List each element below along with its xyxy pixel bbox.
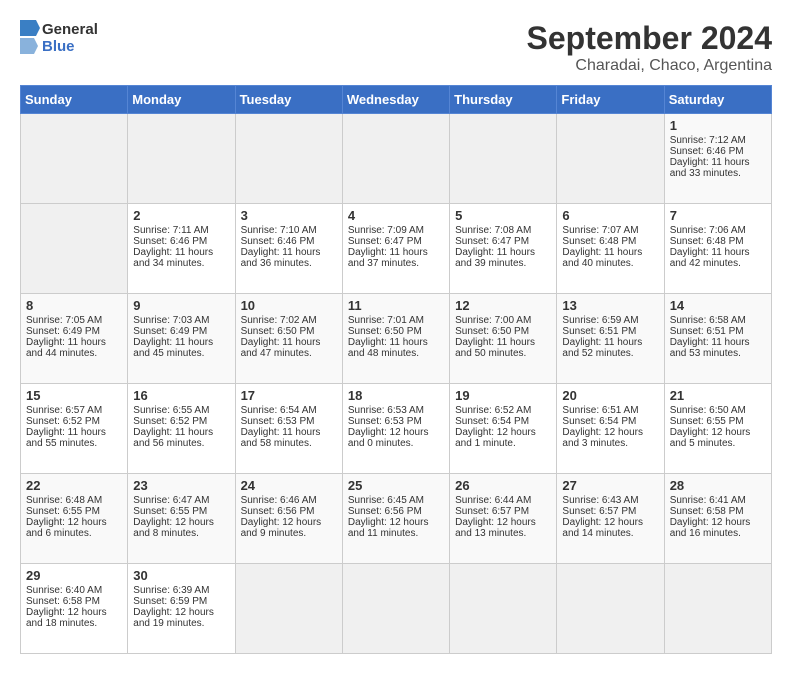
- title-block: September 2024 Charadai, Chaco, Argentin…: [527, 20, 772, 75]
- day-number: 3: [241, 208, 337, 223]
- col-header-friday: Friday: [557, 86, 664, 114]
- calendar-empty-cell: [557, 564, 664, 654]
- calendar-empty-cell: [342, 114, 449, 204]
- day-number: 4: [348, 208, 444, 223]
- day-number: 23: [133, 478, 229, 493]
- calendar-empty-cell: [128, 114, 235, 204]
- day-number: 27: [562, 478, 658, 493]
- day-number: 25: [348, 478, 444, 493]
- logo-shape-icon: [20, 20, 40, 56]
- calendar-day-6: 6Sunrise: 7:07 AMSunset: 6:48 PMDaylight…: [557, 204, 664, 294]
- calendar-day-26: 26Sunrise: 6:44 AMSunset: 6:57 PMDayligh…: [450, 474, 557, 564]
- logo-container: General Blue: [20, 20, 98, 56]
- day-number: 13: [562, 298, 658, 313]
- calendar-day-29: 29Sunrise: 6:40 AMSunset: 6:58 PMDayligh…: [21, 564, 128, 654]
- calendar-header-row: SundayMondayTuesdayWednesdayThursdayFrid…: [21, 86, 772, 114]
- calendar-day-13: 13Sunrise: 6:59 AMSunset: 6:51 PMDayligh…: [557, 294, 664, 384]
- calendar-day-12: 12Sunrise: 7:00 AMSunset: 6:50 PMDayligh…: [450, 294, 557, 384]
- calendar-day-28: 28Sunrise: 6:41 AMSunset: 6:58 PMDayligh…: [664, 474, 771, 564]
- col-header-wednesday: Wednesday: [342, 86, 449, 114]
- calendar-empty-cell: [450, 114, 557, 204]
- day-number: 14: [670, 298, 766, 313]
- day-number: 17: [241, 388, 337, 403]
- day-number: 28: [670, 478, 766, 493]
- logo-text-block: General Blue: [20, 20, 98, 56]
- day-number: 19: [455, 388, 551, 403]
- col-header-saturday: Saturday: [664, 86, 771, 114]
- calendar-day-18: 18Sunrise: 6:53 AMSunset: 6:53 PMDayligh…: [342, 384, 449, 474]
- calendar-day-1: 1Sunrise: 7:12 AMSunset: 6:46 PMDaylight…: [664, 114, 771, 204]
- month-title: September 2024: [527, 20, 772, 57]
- calendar-day-20: 20Sunrise: 6:51 AMSunset: 6:54 PMDayligh…: [557, 384, 664, 474]
- calendar-week-2: 2Sunrise: 7:11 AMSunset: 6:46 PMDaylight…: [21, 204, 772, 294]
- calendar-empty-cell: [21, 114, 128, 204]
- calendar-day-14: 14Sunrise: 6:58 AMSunset: 6:51 PMDayligh…: [664, 294, 771, 384]
- calendar-table: SundayMondayTuesdayWednesdayThursdayFrid…: [20, 85, 772, 654]
- logo-general: General: [42, 21, 98, 38]
- day-number: 21: [670, 388, 766, 403]
- calendar-empty-cell: [342, 564, 449, 654]
- day-number: 30: [133, 568, 229, 583]
- day-number: 15: [26, 388, 122, 403]
- calendar-empty-cell: [450, 564, 557, 654]
- day-number: 20: [562, 388, 658, 403]
- calendar-day-23: 23Sunrise: 6:47 AMSunset: 6:55 PMDayligh…: [128, 474, 235, 564]
- day-number: 1: [670, 118, 766, 133]
- calendar-day-3: 3Sunrise: 7:10 AMSunset: 6:46 PMDaylight…: [235, 204, 342, 294]
- logo: General Blue: [20, 20, 98, 56]
- day-number: 11: [348, 298, 444, 313]
- calendar-empty-cell: [664, 564, 771, 654]
- day-number: 10: [241, 298, 337, 313]
- day-number: 18: [348, 388, 444, 403]
- col-header-thursday: Thursday: [450, 86, 557, 114]
- calendar-day-11: 11Sunrise: 7:01 AMSunset: 6:50 PMDayligh…: [342, 294, 449, 384]
- day-number: 12: [455, 298, 551, 313]
- calendar-week-3: 8Sunrise: 7:05 AMSunset: 6:49 PMDaylight…: [21, 294, 772, 384]
- location-title: Charadai, Chaco, Argentina: [527, 57, 772, 75]
- calendar-day-17: 17Sunrise: 6:54 AMSunset: 6:53 PMDayligh…: [235, 384, 342, 474]
- calendar-week-4: 15Sunrise: 6:57 AMSunset: 6:52 PMDayligh…: [21, 384, 772, 474]
- day-number: 2: [133, 208, 229, 223]
- calendar-day-9: 9Sunrise: 7:03 AMSunset: 6:49 PMDaylight…: [128, 294, 235, 384]
- day-number: 24: [241, 478, 337, 493]
- col-header-tuesday: Tuesday: [235, 86, 342, 114]
- calendar-day-2: 2Sunrise: 7:11 AMSunset: 6:46 PMDaylight…: [128, 204, 235, 294]
- calendar-day-22: 22Sunrise: 6:48 AMSunset: 6:55 PMDayligh…: [21, 474, 128, 564]
- calendar-day-4: 4Sunrise: 7:09 AMSunset: 6:47 PMDaylight…: [342, 204, 449, 294]
- calendar-day-30: 30Sunrise: 6:39 AMSunset: 6:59 PMDayligh…: [128, 564, 235, 654]
- day-number: 9: [133, 298, 229, 313]
- calendar-empty-cell: [235, 564, 342, 654]
- calendar-week-6: 29Sunrise: 6:40 AMSunset: 6:58 PMDayligh…: [21, 564, 772, 654]
- calendar-day-24: 24Sunrise: 6:46 AMSunset: 6:56 PMDayligh…: [235, 474, 342, 564]
- calendar-empty-cell: [557, 114, 664, 204]
- day-number: 26: [455, 478, 551, 493]
- calendar-empty-cell: [235, 114, 342, 204]
- calendar-day-25: 25Sunrise: 6:45 AMSunset: 6:56 PMDayligh…: [342, 474, 449, 564]
- day-number: 29: [26, 568, 122, 583]
- day-number: 5: [455, 208, 551, 223]
- page-header: General Blue September 2024 Charadai, Ch…: [20, 20, 772, 75]
- logo-words: General Blue: [42, 21, 98, 56]
- calendar-day-5: 5Sunrise: 7:08 AMSunset: 6:47 PMDaylight…: [450, 204, 557, 294]
- day-number: 6: [562, 208, 658, 223]
- calendar-day-21: 21Sunrise: 6:50 AMSunset: 6:55 PMDayligh…: [664, 384, 771, 474]
- calendar-day-16: 16Sunrise: 6:55 AMSunset: 6:52 PMDayligh…: [128, 384, 235, 474]
- day-number: 8: [26, 298, 122, 313]
- calendar-week-1: 1Sunrise: 7:12 AMSunset: 6:46 PMDaylight…: [21, 114, 772, 204]
- day-number: 16: [133, 388, 229, 403]
- calendar-day-8: 8Sunrise: 7:05 AMSunset: 6:49 PMDaylight…: [21, 294, 128, 384]
- calendar-week-5: 22Sunrise: 6:48 AMSunset: 6:55 PMDayligh…: [21, 474, 772, 564]
- day-number: 22: [26, 478, 122, 493]
- calendar-day-15: 15Sunrise: 6:57 AMSunset: 6:52 PMDayligh…: [21, 384, 128, 474]
- calendar-empty-cell: [21, 204, 128, 294]
- col-header-monday: Monday: [128, 86, 235, 114]
- logo-blue: Blue: [42, 38, 98, 55]
- calendar-day-7: 7Sunrise: 7:06 AMSunset: 6:48 PMDaylight…: [664, 204, 771, 294]
- col-header-sunday: Sunday: [21, 86, 128, 114]
- calendar-day-27: 27Sunrise: 6:43 AMSunset: 6:57 PMDayligh…: [557, 474, 664, 564]
- calendar-day-10: 10Sunrise: 7:02 AMSunset: 6:50 PMDayligh…: [235, 294, 342, 384]
- day-number: 7: [670, 208, 766, 223]
- calendar-day-19: 19Sunrise: 6:52 AMSunset: 6:54 PMDayligh…: [450, 384, 557, 474]
